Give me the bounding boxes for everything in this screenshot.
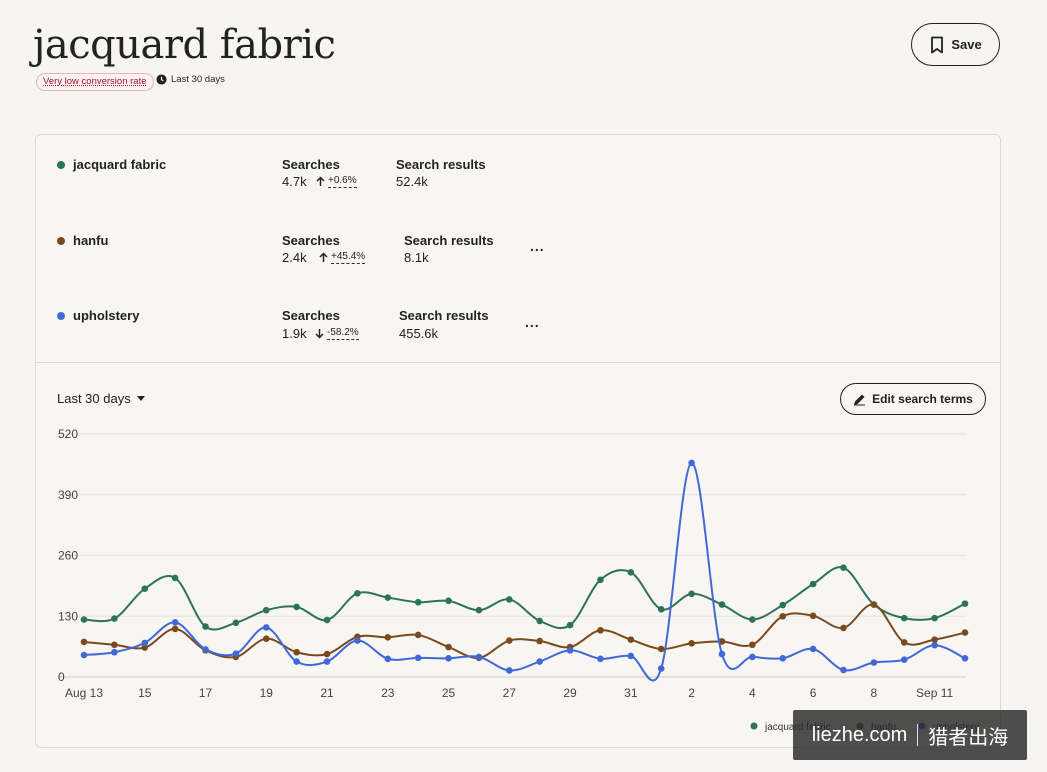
change-indicator[interactable]: -58.2% — [315, 327, 359, 340]
results-label: Search results — [399, 308, 489, 323]
watermark-site: liezhe.com — [811, 723, 908, 746]
caret-down-icon — [136, 396, 145, 401]
term-row-upholstery[interactable]: upholstery — [57, 308, 139, 323]
searches-value: 1.9k — [282, 326, 307, 341]
results-value: 52.4k — [396, 174, 428, 189]
results-value: 455.6k — [399, 326, 439, 341]
save-button[interactable]: Save — [911, 23, 1000, 66]
page-title: jacquard fabric — [33, 22, 336, 68]
watermark: liezhe.com 猎者出海 — [793, 710, 1027, 760]
results-label: Search results — [404, 233, 494, 248]
period-text: Last 30 days — [171, 74, 225, 85]
change-indicator[interactable]: +45.4% — [319, 251, 366, 264]
clock-icon — [156, 74, 167, 85]
term-label: upholstery — [73, 308, 140, 323]
bookmark-icon — [931, 36, 944, 53]
pencil-icon — [854, 394, 866, 405]
change-pct: -58.2% — [327, 327, 359, 340]
term-row-jacquard[interactable]: jacquard fabric — [57, 157, 166, 172]
date-range-dropdown[interactable]: Last 30 days — [57, 391, 145, 406]
results-value: 8.1k — [404, 250, 429, 265]
term-row-hanfu[interactable]: hanfu — [57, 233, 108, 248]
searches-value: 2.4k — [282, 250, 307, 265]
searches-label: Searches — [282, 233, 340, 248]
searches-label: Searches — [282, 308, 340, 323]
series-dot — [57, 236, 65, 245]
save-label: Save — [951, 37, 982, 52]
change-pct: +45.4% — [331, 251, 366, 264]
more-options-button[interactable]: ... — [530, 238, 545, 254]
series-dot — [57, 160, 65, 169]
more-options-button[interactable]: ... — [525, 314, 540, 330]
comparison-card: jacquard fabric Searches 4.7k +0.6% Sear… — [35, 134, 1001, 748]
conversion-badge[interactable]: Very low conversion rate — [36, 73, 154, 91]
edit-search-terms-button[interactable]: Edit search terms — [840, 383, 986, 415]
change-pct: +0.6% — [328, 175, 357, 188]
edit-label: Edit search terms — [872, 392, 973, 406]
arrow-up-icon — [316, 176, 325, 186]
arrow-up-icon — [319, 252, 328, 262]
series-dot — [57, 311, 65, 320]
watermark-brand: 猎者出海 — [928, 726, 1009, 749]
searches-label: Searches — [282, 157, 340, 172]
terms-list: jacquard fabric Searches 4.7k +0.6% Sear… — [36, 135, 1000, 363]
searches-value: 4.7k — [282, 174, 307, 189]
period-label: Last 30 days — [156, 74, 225, 85]
date-range-label: Last 30 days — [57, 391, 131, 406]
arrow-down-icon — [315, 329, 324, 339]
term-label: hanfu — [73, 233, 109, 248]
results-label: Search results — [396, 157, 486, 172]
watermark-divider — [917, 724, 919, 746]
change-indicator[interactable]: +0.6% — [316, 175, 357, 188]
term-label: jacquard fabric — [73, 157, 167, 172]
